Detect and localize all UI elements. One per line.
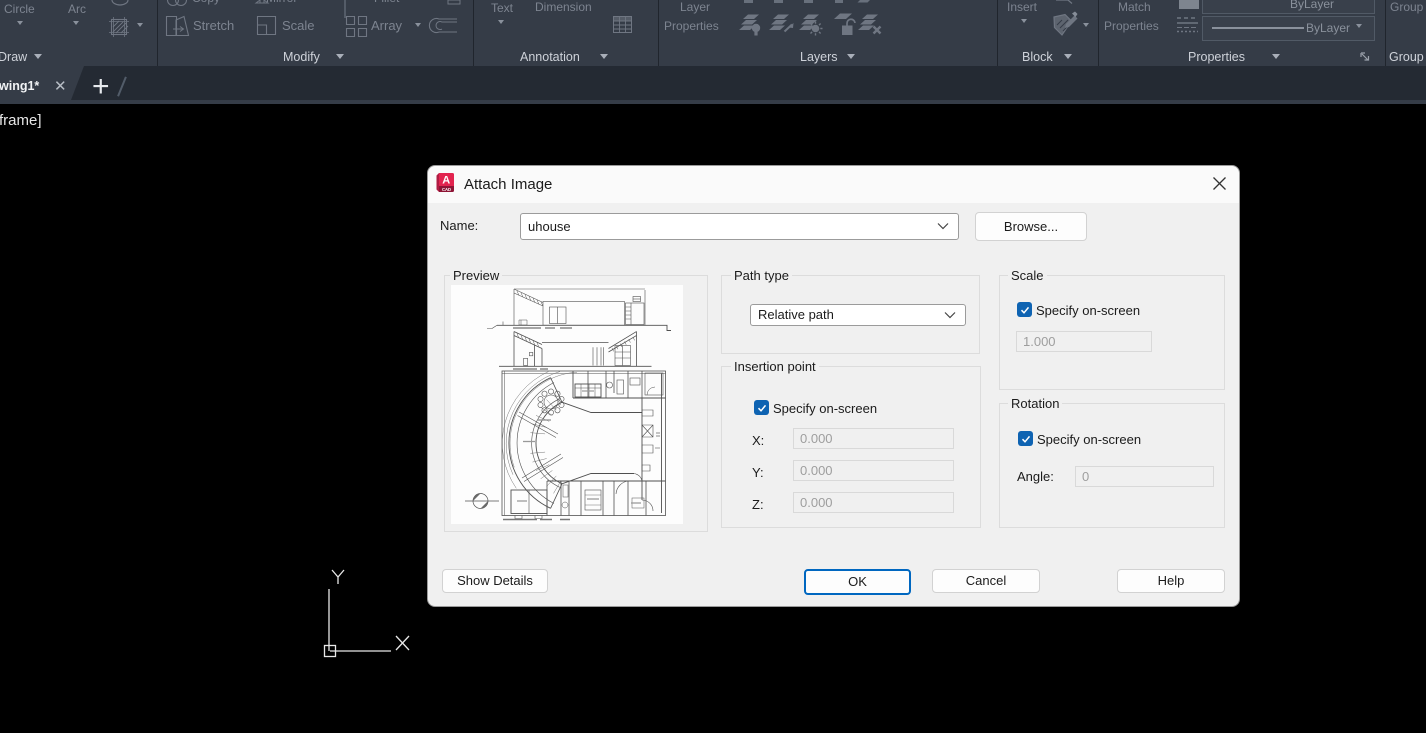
svg-text:CAD: CAD (442, 187, 451, 192)
svg-text:A: A (442, 175, 450, 187)
